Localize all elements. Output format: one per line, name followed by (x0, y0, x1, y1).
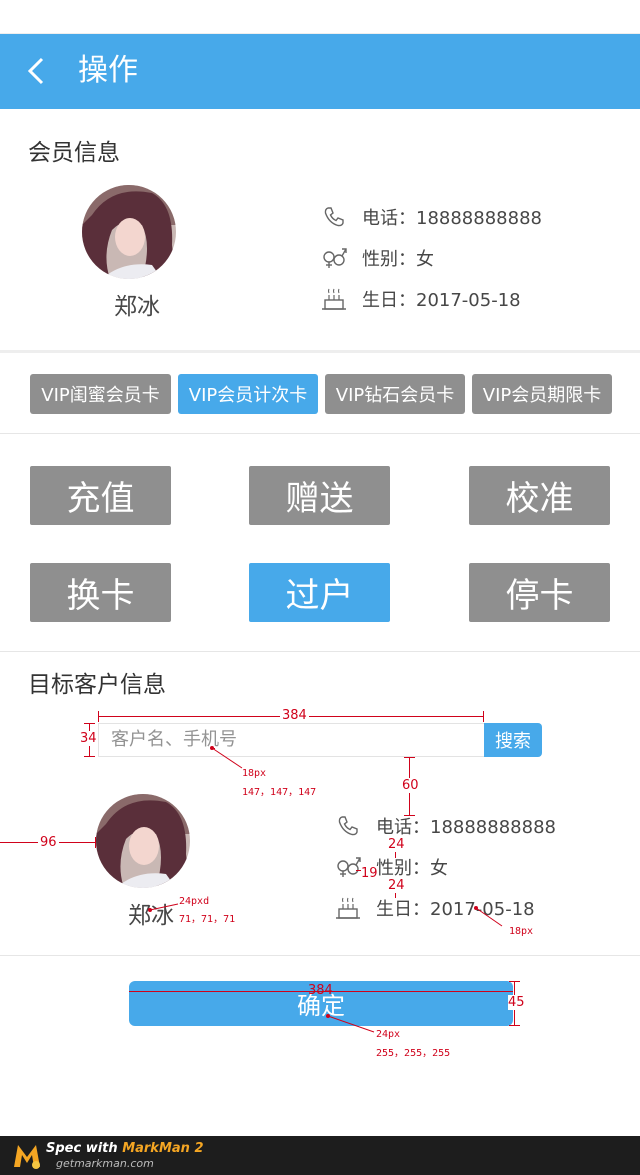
card-tab-bestie[interactable]: VIP闺蜜会员卡 (30, 374, 171, 414)
transfer-button[interactable]: 过户 (249, 563, 390, 622)
target-gender: 性别：女 (376, 858, 448, 879)
annotation-row-gap-2: 24 (388, 878, 405, 893)
divider (0, 955, 640, 956)
annotation-button-font: 24px (376, 1029, 401, 1040)
annotation-height: 34 (80, 731, 97, 746)
member-birthday: 生日：2017-05-18 (362, 290, 521, 311)
header-bar: 操作 (0, 34, 640, 109)
member-gender-row: 性别：女 (320, 243, 434, 273)
phone-icon (334, 813, 362, 839)
annotation-spacing: 60 (402, 778, 419, 793)
annotation-font-size: 18px (242, 768, 267, 779)
annotation-row-gap: 24 (388, 837, 405, 852)
annotation-left-margin: 96 (38, 835, 59, 850)
annotation-name-font: 24pxd (179, 896, 210, 907)
status-bar (0, 0, 640, 34)
divider (0, 350, 640, 353)
gender-icon (334, 854, 362, 880)
phone-icon (320, 204, 348, 230)
annotation-width: 384 (280, 708, 309, 723)
back-button[interactable] (22, 54, 56, 88)
gender-icon (320, 245, 348, 271)
annotation-info-font: 18px (509, 926, 534, 937)
card-tab-term[interactable]: VIP会员期限卡 (472, 374, 612, 414)
member-avatar (82, 185, 176, 279)
member-phone-row: 电话：18888888888 (320, 202, 542, 232)
stop-card-button[interactable]: 停卡 (469, 563, 610, 622)
change-card-button[interactable]: 换卡 (30, 563, 171, 622)
divider (0, 651, 640, 652)
recharge-button[interactable]: 充值 (30, 466, 171, 525)
calibrate-button[interactable]: 校准 (469, 466, 610, 525)
card-tab-count[interactable]: VIP会员计次卡 (178, 374, 318, 414)
card-tab-diamond[interactable]: VIP钻石会员卡 (325, 374, 465, 414)
annotation-icon-gap: 19 (361, 866, 378, 881)
member-gender: 性别：女 (362, 249, 434, 270)
annotation-name-color: 71，71，71 (179, 914, 236, 925)
markman-footer: Spec with MarkMan 2 getmarkman.com (0, 1136, 640, 1175)
chevron-left-icon (27, 57, 44, 85)
annotation-button-color: 255，255，255 (376, 1048, 451, 1059)
target-avatar (96, 794, 190, 888)
cake-icon (320, 286, 348, 312)
gift-button[interactable]: 赠送 (249, 466, 390, 525)
member-birthday-row: 生日：2017-05-18 (320, 284, 521, 314)
search-input[interactable]: 客户名、手机号 (98, 723, 484, 757)
search-button[interactable]: 搜索 (484, 723, 542, 757)
divider (0, 433, 640, 434)
target-phone: 电话：18888888888 (376, 817, 556, 838)
member-section-title: 会员信息 (28, 140, 120, 166)
target-section-title: 目标客户信息 (28, 672, 166, 698)
markman-logo-icon (14, 1145, 40, 1169)
footer-url: getmarkman.com (56, 1157, 154, 1170)
member-name: 郑冰 (114, 294, 160, 320)
footer-brand: Spec with MarkMan 2 (46, 1141, 204, 1156)
page-title: 操作 (78, 53, 138, 88)
annotation-button-height: 45 (508, 995, 525, 1010)
annotation-color: 147，147，147 (242, 787, 317, 798)
annotation-button-width: 384 (308, 983, 333, 998)
page: 操作 会员信息 郑冰 电话：18888888888 性别：女 生日：2017-0… (0, 0, 640, 1175)
cake-icon (334, 895, 362, 921)
card-type-tabs: VIP闺蜜会员卡 VIP会员计次卡 VIP钻石会员卡 VIP会员期限卡 (30, 374, 612, 414)
member-phone: 电话：18888888888 (362, 208, 542, 229)
target-phone-row: 电话：18888888888 (334, 811, 556, 841)
